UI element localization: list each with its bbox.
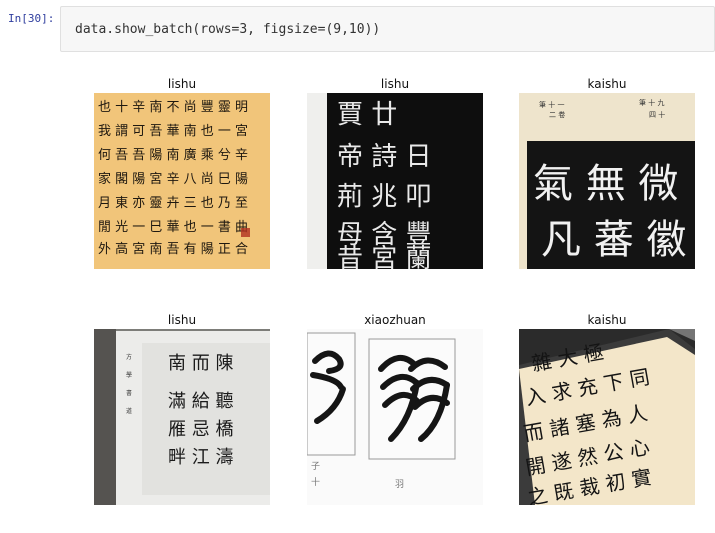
svg-text:外 高 宮 南 吾 有 陽 正 合: 外 高 宮 南 吾 有 陽 正 合 xyxy=(98,241,248,257)
svg-text:賈 廿: 賈 廿 xyxy=(337,100,397,130)
svg-text:二 卷: 二 卷 xyxy=(549,110,565,119)
cell-prompt: In[30]: xyxy=(8,12,55,25)
svg-text:四 十: 四 十 xyxy=(649,110,665,119)
svg-text:子: 子 xyxy=(311,461,320,472)
calligraphy-image: 賈 廿 帝 詩 日 荊 兆 叩 母 含 豐 昔 宮 蘭 xyxy=(307,93,483,269)
cell-output: lishu 也 十 辛 南 不 尚 豐 靈 明 我 謂 可 吾 華 南 也 一 … xyxy=(0,60,715,533)
svg-text:南 而 陳: 南 而 陳 xyxy=(168,353,233,374)
svg-text:凡 蕃 徽: 凡 蕃 徽 xyxy=(541,217,686,263)
svg-text:月 東 亦 靈 卉 三 也 乃 至: 月 東 亦 靈 卉 三 也 乃 至 xyxy=(98,195,248,211)
svg-text:氣 無 微: 氣 無 微 xyxy=(533,161,678,207)
svg-text:羽: 羽 xyxy=(395,479,404,490)
svg-text:家 閣 陽 宮 辛 八 尚 巳 陽: 家 閣 陽 宮 辛 八 尚 巳 陽 xyxy=(98,171,248,187)
svg-text:帝 詩 日: 帝 詩 日 xyxy=(337,142,432,172)
svg-text:書: 書 xyxy=(126,389,132,397)
svg-text:荊 兆 叩: 荊 兆 叩 xyxy=(337,182,432,212)
calligraphy-image: 雜 大 極 入 求 充 下 同 而 諸 塞 為 人 開 遂 然 公 心 之 既 … xyxy=(519,329,695,505)
svg-text:道: 道 xyxy=(126,407,132,415)
svg-text:閒 光 一 巳 華 也 一 書 曲: 閒 光 一 巳 華 也 一 書 曲 xyxy=(98,220,248,235)
calligraphy-image: 筆 十 一 二 卷 筆 十 九 四 十 氣 無 微 凡 蕃 徽 xyxy=(519,93,695,269)
batch-item-label: kaishu xyxy=(587,313,627,327)
svg-text:雁 忌 橋: 雁 忌 橋 xyxy=(168,419,233,440)
svg-text:我 謂 可 吾 華 南 也 一 宮: 我 謂 可 吾 華 南 也 一 宮 xyxy=(98,123,248,139)
svg-text:學: 學 xyxy=(126,371,132,379)
code-text[interactable]: data.show_batch(rows=3, figsize=(9,10)) xyxy=(75,22,380,37)
batch-item-label: lishu xyxy=(380,77,410,91)
calligraphy-image: 也 十 辛 南 不 尚 豐 靈 明 我 謂 可 吾 華 南 也 一 宮 何 吾 … xyxy=(94,93,270,269)
batch-item-label: xiaozhuan xyxy=(364,313,426,327)
calligraphy-image: 子 十 羽 xyxy=(307,329,483,505)
calligraphy-image: 方 學 書 道 南 而 陳 滿 給 聽 雁 忌 橋 畔 江 濤 xyxy=(94,329,270,505)
svg-text:也 十 辛 南 不 尚 豐 靈 明: 也 十 辛 南 不 尚 豐 靈 明 xyxy=(98,99,248,115)
batch-item-label: lishu xyxy=(167,313,197,327)
svg-text:畔 江 濤: 畔 江 濤 xyxy=(168,447,233,468)
svg-text:昔 宮 蘭: 昔 宮 蘭 xyxy=(337,244,432,269)
batch-item-label: lishu xyxy=(167,77,197,91)
svg-text:筆 十 九: 筆 十 九 xyxy=(639,98,664,107)
svg-text:滿 給 聽: 滿 給 聽 xyxy=(168,391,233,412)
code-cell-input[interactable]: data.show_batch(rows=3, figsize=(9,10)) xyxy=(60,6,715,52)
svg-text:十: 十 xyxy=(311,476,320,488)
svg-text:筆 十 一: 筆 十 一 xyxy=(539,100,564,109)
batch-item-label: kaishu xyxy=(587,77,627,91)
svg-text:何 吾 吾 陽 南 廣 乘 兮 辛: 何 吾 吾 陽 南 廣 乘 兮 辛 xyxy=(98,147,248,163)
svg-text:方: 方 xyxy=(126,353,132,361)
